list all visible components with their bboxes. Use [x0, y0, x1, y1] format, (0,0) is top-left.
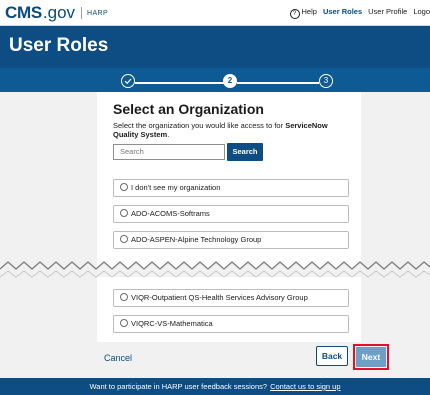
- checkmark-icon: [124, 78, 132, 85]
- logo-cms-text: CMS: [5, 3, 42, 22]
- org-option-label: ADO-ACOMS-Softrams: [131, 209, 210, 218]
- org-option-ado-acoms[interactable]: ADO-ACOMS-Softrams: [113, 205, 349, 223]
- org-option-ado-aspen[interactable]: ADO-ASPEN-Alpine Technology Group: [113, 231, 349, 249]
- cancel-link[interactable]: Cancel: [104, 353, 132, 363]
- logo-harp-text: HARP: [87, 9, 109, 17]
- org-option-viqr-outpatient[interactable]: VIQR-Outpatient QS-Health Services Advis…: [113, 289, 349, 307]
- org-option-label: VIQR-Outpatient QS-Health Services Advis…: [131, 293, 308, 302]
- nav-user-profile-link[interactable]: User Profile: [368, 7, 407, 19]
- feedback-signup-link[interactable]: Contact us to sign up: [270, 382, 340, 391]
- back-button[interactable]: Back: [316, 346, 348, 366]
- search-input[interactable]: Search: [113, 144, 225, 160]
- step-connector-1: [135, 82, 225, 84]
- nav-help-link[interactable]: ? Help: [289, 7, 317, 19]
- logo-gov-text: .gov: [42, 3, 76, 22]
- page-title: User Roles: [9, 35, 109, 56]
- feedback-text: Want to participate in HARP user feedbac…: [89, 382, 268, 391]
- step-1-complete: [121, 74, 135, 88]
- step-2-active: 2: [223, 74, 237, 88]
- subtitle-suffix: .: [167, 130, 170, 139]
- org-option-not-listed[interactable]: I don't see my organization: [113, 179, 349, 197]
- organization-card: Select an Organization Select the organi…: [97, 92, 361, 342]
- form-heading: Select an Organization: [113, 101, 264, 117]
- search-button[interactable]: Search: [227, 143, 263, 161]
- form-subtitle: Select the organization you would like a…: [113, 121, 353, 139]
- top-nav: ? Help User Roles User Profile Logo: [289, 7, 430, 19]
- org-option-label: ADO-ASPEN-Alpine Technology Group: [131, 235, 262, 244]
- nav-logout-link[interactable]: Logo: [413, 7, 430, 19]
- org-option-label: VIQRC-VS-Mathematica: [131, 319, 213, 328]
- nav-user-roles-link[interactable]: User Roles: [323, 7, 362, 19]
- step-indicator: 2 3: [0, 68, 430, 92]
- org-option-viqrc-vs[interactable]: VIQRC-VS-Mathematica: [113, 315, 349, 333]
- step-3-pending: 3: [319, 74, 333, 88]
- site-header: CMS .gov HARP ? Help User Roles User Prof…: [0, 0, 430, 26]
- radio-icon: [120, 293, 128, 301]
- form-actions: Cancel Back Next: [0, 342, 430, 376]
- next-button[interactable]: Next: [356, 347, 386, 367]
- nav-help-label: Help: [301, 7, 317, 16]
- page-hero: User Roles: [0, 26, 430, 68]
- radio-icon: [120, 183, 128, 191]
- subtitle-prefix: Select the organization you would like a…: [113, 121, 286, 130]
- org-option-label: I don't see my organization: [131, 183, 221, 192]
- radio-icon: [120, 209, 128, 217]
- logo-divider: [81, 7, 83, 19]
- radio-icon: [120, 235, 128, 243]
- step-connector-2: [237, 82, 319, 84]
- torn-edge-divider: [0, 261, 430, 287]
- cms-logo[interactable]: CMS .gov HARP: [5, 3, 108, 23]
- radio-icon: [120, 319, 128, 327]
- feedback-banner: Want to participate in HARP user feedbac…: [0, 378, 430, 395]
- help-icon: ?: [289, 9, 300, 19]
